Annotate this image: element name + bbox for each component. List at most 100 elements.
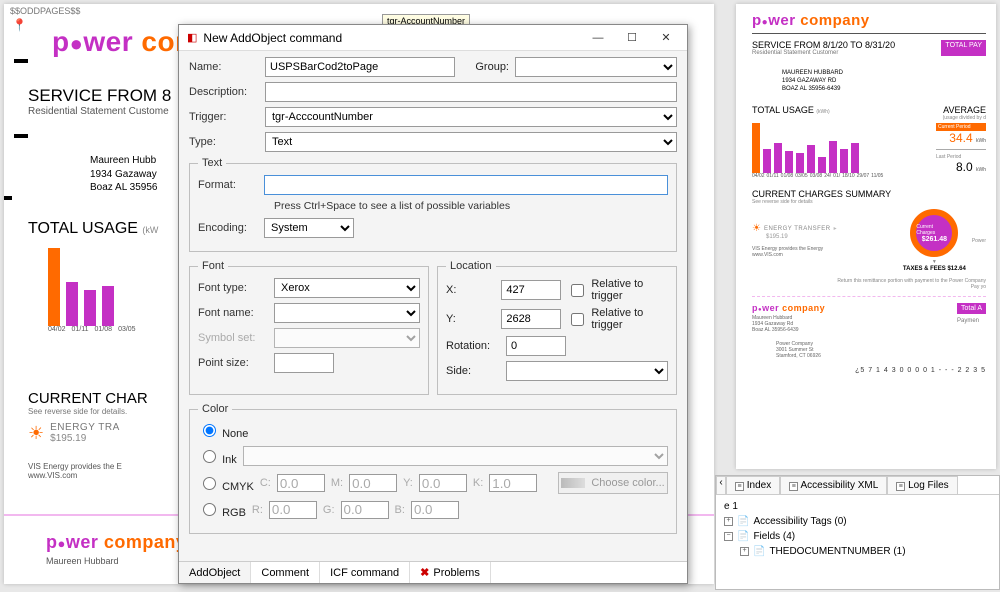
- sun-icon: ☀: [752, 223, 761, 234]
- rgb-g-input: [341, 501, 389, 519]
- trigger-select[interactable]: tgr-AcccountNumber: [265, 107, 677, 127]
- footer-customer-name: Maureen Hubbard: [46, 556, 119, 566]
- group-select[interactable]: [515, 57, 677, 77]
- usage-bar-chart: [48, 256, 136, 326]
- service-subline: Residential Statement Custome: [28, 106, 171, 117]
- vis-note: VIS Energy provides the E: [28, 462, 148, 471]
- vis-url: www.VIS.com: [28, 471, 148, 480]
- minimize-button[interactable]: —: [581, 27, 615, 49]
- tab-index[interactable]: ≡ Index: [726, 476, 780, 494]
- tree-row[interactable]: +📄Accessibility Tags (0): [724, 514, 991, 529]
- dialog-titlebar[interactable]: ◧ New AddObject command — ☐ ✕: [179, 25, 687, 51]
- fonttype-label: Font type:: [198, 282, 268, 294]
- fontname-select[interactable]: [274, 303, 420, 323]
- dialog-title: New AddObject command: [203, 31, 342, 45]
- app-icon: ◧: [187, 31, 197, 44]
- service-from-heading: SERVICE FROM 8: [28, 86, 171, 106]
- current-charges-heading: CURRENT CHARGES SUMMARY: [752, 189, 986, 199]
- x-relative-checkbox[interactable]: Relative to trigger: [567, 278, 668, 302]
- y-relative-checkbox[interactable]: Relative to trigger: [567, 307, 668, 331]
- address-line: Boaz AL 35956: [90, 181, 157, 195]
- format-hint: Press Ctrl+Space to see a list of possib…: [274, 200, 668, 212]
- current-charges-heading: CURRENT CHAR: [28, 390, 148, 407]
- maximize-button[interactable]: ☐: [615, 27, 649, 49]
- symbolset-label: Symbol set:: [198, 332, 268, 344]
- description-input[interactable]: [265, 82, 677, 102]
- rotation-label: Rotation:: [446, 340, 500, 352]
- tab-comment[interactable]: Comment: [251, 562, 320, 583]
- x-input[interactable]: [501, 280, 561, 300]
- fonttype-select[interactable]: Xerox: [274, 278, 420, 298]
- tab-addobject[interactable]: AddObject: [179, 562, 251, 583]
- description-label: Description:: [189, 86, 259, 98]
- font-group: Font Font type: Xerox Font name: Symbol …: [189, 260, 429, 395]
- cmyk-k-input: [489, 474, 537, 492]
- tab-accessibility-xml[interactable]: ≡ Accessibility XML: [780, 476, 887, 494]
- fontname-label: Font name:: [198, 307, 268, 319]
- reverse-note: See reverse side for details.: [28, 407, 148, 416]
- barcode-digits: ¿5 7 1 4 3 0 0 0 0 1 - - - 2 2 3 5: [752, 367, 986, 374]
- index-tree[interactable]: e 1 +📄Accessibility Tags (0) −📄Fields (4…: [716, 495, 999, 563]
- tab-problems[interactable]: ✖ Problems: [410, 562, 491, 583]
- type-select[interactable]: Text: [265, 132, 677, 152]
- encoding-label: Encoding:: [198, 222, 258, 234]
- format-input[interactable]: [264, 175, 668, 195]
- group-label: Group:: [469, 61, 509, 73]
- rotation-input[interactable]: [506, 336, 566, 356]
- cmyk-c-input: [277, 474, 325, 492]
- cmyk-m-input: [349, 474, 397, 492]
- add-object-dialog: ◧ New AddObject command — ☐ ✕ Name: Grou…: [178, 24, 688, 584]
- y-label: Y:: [446, 313, 495, 325]
- color-cmyk-radio[interactable]: CMYK: [198, 474, 254, 493]
- rgb-b-input: [411, 501, 459, 519]
- cmyk-y-input: [419, 474, 467, 492]
- energy-transfer-label: ENERGY TRA: [50, 422, 120, 433]
- address-line: 1934 Gazaway: [90, 168, 157, 182]
- address-line: Maureen Hubb: [90, 154, 157, 168]
- text-group: Text Format: Press Ctrl+Space to see a l…: [189, 157, 677, 252]
- x-label: X:: [446, 284, 495, 296]
- side-select[interactable]: [506, 361, 668, 381]
- color-ink-radio[interactable]: Ink: [198, 447, 237, 466]
- pointsize-input[interactable]: [274, 353, 334, 373]
- side-label: Side:: [446, 365, 500, 377]
- rgb-r-input: [269, 501, 317, 519]
- pointsize-label: Point size:: [198, 357, 268, 369]
- symbolset-select: [274, 328, 420, 348]
- close-button[interactable]: ✕: [649, 27, 683, 49]
- color-none-radio[interactable]: None: [198, 421, 248, 440]
- y-input[interactable]: [501, 309, 561, 329]
- color-legend: Color: [198, 403, 232, 415]
- format-label: Format:: [198, 179, 258, 191]
- font-legend: Font: [198, 260, 228, 272]
- text-legend: Text: [198, 157, 226, 169]
- tab-log-files[interactable]: ≡ Log Files: [887, 476, 957, 494]
- color-group: Color None Ink CMYK C: M: Y: K: Choose c…: [189, 403, 677, 534]
- sun-icon: ☀: [28, 423, 44, 444]
- brand-logo-footer: p●wer company: [46, 532, 186, 553]
- tab-icf-command[interactable]: ICF command: [320, 562, 410, 583]
- location-group: Location X: Relative to trigger Y: Relat…: [437, 260, 677, 395]
- total-usage-heading: TOTAL USAGE (kW: [28, 220, 158, 238]
- location-legend: Location: [446, 260, 496, 272]
- color-rgb-radio[interactable]: RGB: [198, 500, 246, 519]
- trigger-label: Trigger:: [189, 111, 259, 123]
- tree-row[interactable]: −📄Fields (4): [724, 529, 991, 544]
- name-input[interactable]: [265, 57, 455, 77]
- encoding-select[interactable]: System: [264, 218, 354, 238]
- pin-icon: 📍: [12, 18, 27, 32]
- choose-color-button[interactable]: Choose color...: [558, 472, 668, 494]
- tree-row[interactable]: e 1: [724, 499, 991, 514]
- error-icon: ✖: [420, 566, 429, 579]
- total-pay-badge: TOTAL PAY: [941, 40, 986, 56]
- tab-scroll-left[interactable]: ‹: [716, 476, 726, 494]
- tree-row[interactable]: +📄THEDOCUMENTNUMBER (1): [740, 544, 991, 559]
- charges-donut: Current Charges $261.48: [910, 209, 958, 257]
- service-from-heading: SERVICE FROM 8/1/20 TO 8/31/20: [752, 40, 895, 50]
- bottom-properties-panel: ‹ ≡ Index ≡ Accessibility XML ≡ Log File…: [715, 475, 1000, 590]
- name-label: Name:: [189, 61, 259, 73]
- usage-bar-chart-mini: [752, 123, 928, 173]
- ink-select: [243, 446, 668, 466]
- type-label: Type:: [189, 136, 259, 148]
- dialog-bottom-tabs: AddObject Comment ICF command ✖ Problems: [179, 561, 687, 583]
